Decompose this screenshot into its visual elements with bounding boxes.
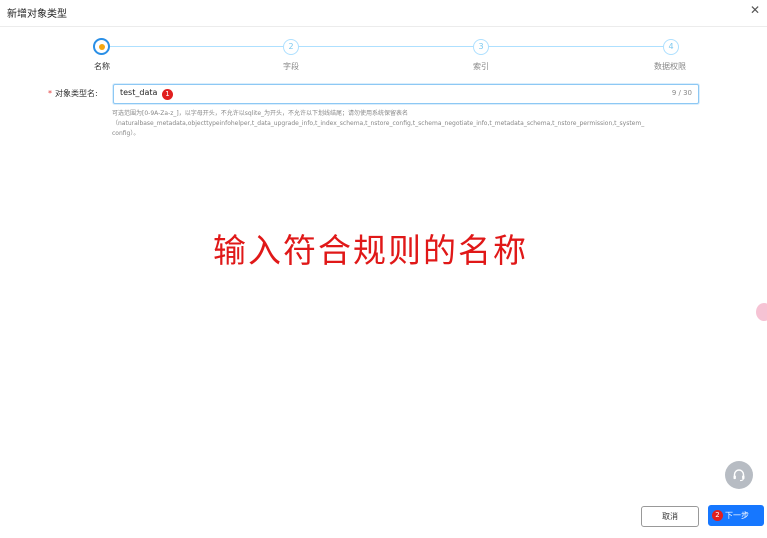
next-step-label: 下一步 xyxy=(725,511,749,520)
step-connector xyxy=(108,46,283,47)
object-type-name-label: * 对象类型名: xyxy=(48,88,98,99)
hint-line: 可选范围为[0-9A-Za-z_]，以字母开头，不允许以sqlite_为开头，不… xyxy=(112,110,409,117)
object-type-name-input[interactable]: test_data 1 9 / 30 xyxy=(113,84,699,104)
hint-line: （naturalbase_metadata,objecttypeinfohelp… xyxy=(112,120,645,127)
hint-line: config）。 xyxy=(112,130,140,137)
naming-rule-hint: 可选范围为[0-9A-Za-z_]，以字母开头，不允许以sqlite_为开头，不… xyxy=(112,109,712,139)
step-3-indicator: 3 xyxy=(473,39,489,55)
dialog-title: 新增对象类型 xyxy=(7,9,67,20)
annotation-badge-2: 2 xyxy=(712,510,723,521)
dialog-header: 新增对象类型 ✕ xyxy=(0,0,767,27)
annotation-badge-1: 1 xyxy=(162,89,173,100)
instruction-annotation: 输入符合规则的名称 xyxy=(213,231,528,270)
headset-icon xyxy=(733,469,745,482)
required-mark: * xyxy=(48,89,52,98)
step-connector xyxy=(297,46,473,47)
input-value: test_data xyxy=(120,88,158,97)
active-dot-icon xyxy=(99,44,105,50)
step-2-label: 字段 xyxy=(283,62,299,71)
side-float-tab[interactable] xyxy=(756,303,767,321)
cancel-button[interactable]: 取消 xyxy=(641,506,699,527)
step-4-label: 数据权限 xyxy=(654,62,686,71)
field-label-text: 对象类型名: xyxy=(55,89,98,98)
step-4-indicator: 4 xyxy=(663,39,679,55)
customer-service-button[interactable] xyxy=(725,461,753,489)
char-counter: 9 / 30 xyxy=(671,89,692,97)
step-connector xyxy=(487,46,663,47)
step-1-label: 名称 xyxy=(94,62,110,71)
close-icon[interactable]: ✕ xyxy=(750,2,760,18)
step-3-label: 索引 xyxy=(473,62,489,71)
step-1-indicator xyxy=(93,38,110,55)
step-2-indicator: 2 xyxy=(283,39,299,55)
next-step-button[interactable]: 2 下一步 xyxy=(708,505,764,526)
